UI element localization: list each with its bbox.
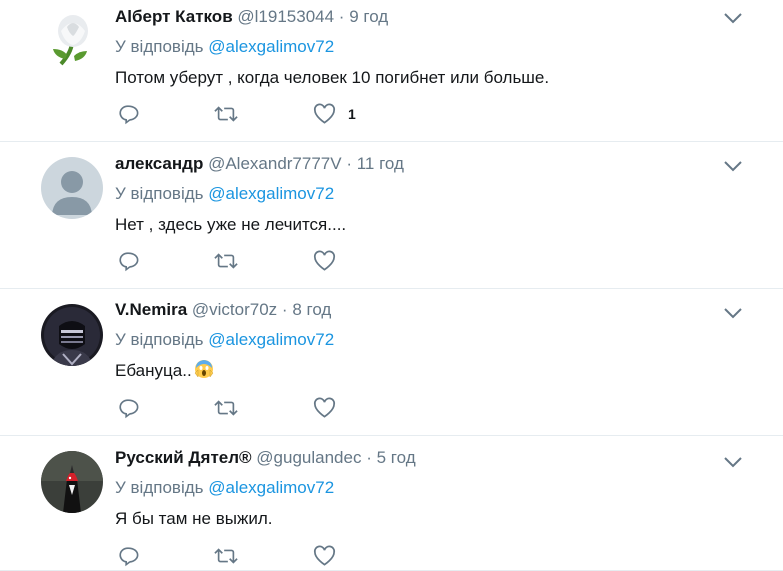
author-name[interactable]: V.Nemira <box>115 300 187 319</box>
like-button[interactable] <box>313 250 348 272</box>
author-name[interactable]: александр <box>115 154 203 173</box>
reply-button[interactable] <box>117 103 139 125</box>
tweet-actions <box>117 250 423 272</box>
chevron-down-icon[interactable] <box>723 306 743 320</box>
tweet-timestamp[interactable]: 11 год <box>357 154 404 173</box>
author-handle[interactable]: @l19153044 <box>237 7 334 26</box>
retweet-icon <box>214 400 238 416</box>
tweet[interactable]: александр @Alexandr7777V · 11 год У відп… <box>0 142 783 289</box>
tweet-text-content: Ебануца.. <box>115 361 192 380</box>
tweet-actions <box>117 545 423 567</box>
reply-icon <box>119 547 139 567</box>
separator-dot: · <box>281 300 288 319</box>
retweet-button[interactable] <box>214 397 238 419</box>
chevron-down-icon[interactable] <box>723 159 743 173</box>
like-count: 1 <box>348 106 356 122</box>
avatar[interactable] <box>41 9 103 71</box>
heart-icon <box>313 545 336 566</box>
retweet-button[interactable] <box>214 545 238 567</box>
reply-context: У відповідь @alexgalimov72 <box>115 36 733 58</box>
chevron-down-icon[interactable] <box>723 11 743 25</box>
reply-prefix: У відповідь <box>115 478 204 497</box>
reply-context: У відповідь @alexgalimov72 <box>115 183 733 205</box>
separator-dot: · <box>338 7 345 26</box>
tweet[interactable]: V.Nemira @victor70z · 8 год У відповідь … <box>0 289 783 436</box>
like-button[interactable] <box>313 545 348 567</box>
heart-icon <box>313 103 336 124</box>
white-rose-avatar-icon <box>41 9 103 71</box>
reply-button[interactable] <box>117 545 139 567</box>
tweet-timestamp[interactable]: 8 год <box>292 300 331 319</box>
like-button[interactable]: 1 <box>313 103 356 125</box>
reply-icon <box>119 252 139 272</box>
avatar[interactable] <box>41 304 103 366</box>
tweet-text: Ебануца.. <box>115 359 733 383</box>
retweet-icon <box>214 106 238 122</box>
screaming-face-emoji-icon <box>194 360 214 378</box>
chevron-down-icon[interactable] <box>723 455 743 469</box>
tweet-text: Потом уберут , когда человек 10 погибнет… <box>115 68 550 87</box>
tweet-text: Я бы там не выжил. <box>115 509 273 528</box>
heart-icon <box>313 397 336 418</box>
tweet-timestamp[interactable]: 5 год <box>377 448 416 467</box>
tweet-actions: 1 <box>117 103 431 125</box>
reply-context: У відповідь @alexgalimov72 <box>115 329 733 351</box>
masked-figure-avatar-icon <box>41 304 103 366</box>
avatar[interactable] <box>41 157 103 219</box>
reply-prefix: У відповідь <box>115 37 204 56</box>
tweet[interactable]: Alберт Катков @l19153044 · 9 год У відпо… <box>0 0 783 142</box>
like-button[interactable] <box>313 397 348 419</box>
tweet-text: Нет , здесь уже не лечится.... <box>115 215 347 234</box>
heart-icon <box>313 250 336 271</box>
author-handle[interactable]: @victor70z <box>192 300 277 319</box>
retweet-button[interactable] <box>214 250 238 272</box>
reply-context: У відповідь @alexgalimov72 <box>115 477 733 499</box>
reply-mention-link[interactable]: @alexgalimov72 <box>208 37 334 56</box>
reply-mention-link[interactable]: @alexgalimov72 <box>208 330 334 349</box>
reply-mention-link[interactable]: @alexgalimov72 <box>208 478 334 497</box>
retweet-icon <box>214 253 238 269</box>
retweet-button[interactable] <box>214 103 238 125</box>
reply-icon <box>119 105 139 125</box>
reply-mention-link[interactable]: @alexgalimov72 <box>208 184 334 203</box>
author-name[interactable]: Русский Дятел® <box>115 448 252 467</box>
tweet-timestamp[interactable]: 9 год <box>349 7 388 26</box>
reply-button[interactable] <box>117 250 139 272</box>
separator-dot: · <box>366 448 372 467</box>
author-name[interactable]: Alберт Катков <box>115 7 233 26</box>
default-user-avatar-icon <box>41 157 103 219</box>
tweet[interactable]: Русский Дятел® @gugulandec · 5 год У від… <box>0 436 783 571</box>
author-handle[interactable]: @gugulandec <box>256 448 361 467</box>
reply-prefix: У відповідь <box>115 184 204 203</box>
reply-prefix: У відповідь <box>115 330 204 349</box>
woodpecker-avatar-icon <box>41 451 103 513</box>
author-handle[interactable]: @Alexandr7777V <box>208 154 342 173</box>
retweet-icon <box>214 548 238 564</box>
avatar[interactable] <box>41 451 103 513</box>
tweet-actions <box>117 397 423 419</box>
reply-button[interactable] <box>117 397 139 419</box>
separator-dot: · <box>346 154 352 173</box>
reply-icon <box>119 399 139 419</box>
